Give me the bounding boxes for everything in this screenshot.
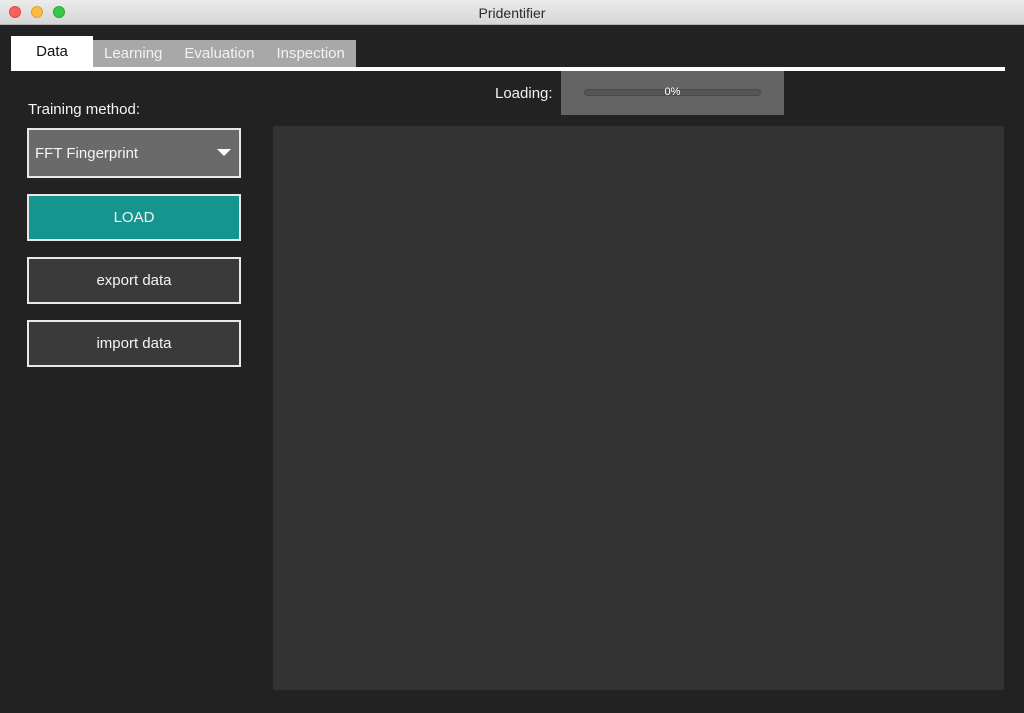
training-method-value: FFT Fingerprint — [35, 145, 139, 162]
export-data-button[interactable]: export data — [27, 257, 241, 304]
import-data-button[interactable]: import data — [27, 320, 241, 367]
tab-inspection[interactable]: Inspection — [265, 40, 356, 68]
tab-evaluation[interactable]: Evaluation — [173, 40, 266, 68]
app-window: Pridentifier Data Learning Evaluation In… — [0, 0, 1024, 713]
progress-percent: 0% — [664, 86, 681, 98]
title-bar: Pridentifier — [0, 0, 1024, 25]
tab-learning[interactable]: Learning — [93, 40, 174, 68]
training-method-dropdown[interactable]: FFT Fingerprint — [27, 128, 241, 178]
tab-underline — [11, 67, 1005, 71]
data-display-canvas — [273, 126, 1004, 690]
progress-panel: 0% — [561, 71, 784, 115]
tab-bar: Data Learning Evaluation Inspection — [11, 36, 356, 68]
window-title: Pridentifier — [478, 5, 546, 21]
training-method-label: Training method: — [28, 101, 141, 118]
chevron-down-icon — [217, 149, 231, 156]
tab-data[interactable]: Data — [11, 36, 93, 68]
loading-label: Loading: — [495, 85, 553, 102]
load-button[interactable]: LOAD — [27, 194, 241, 241]
